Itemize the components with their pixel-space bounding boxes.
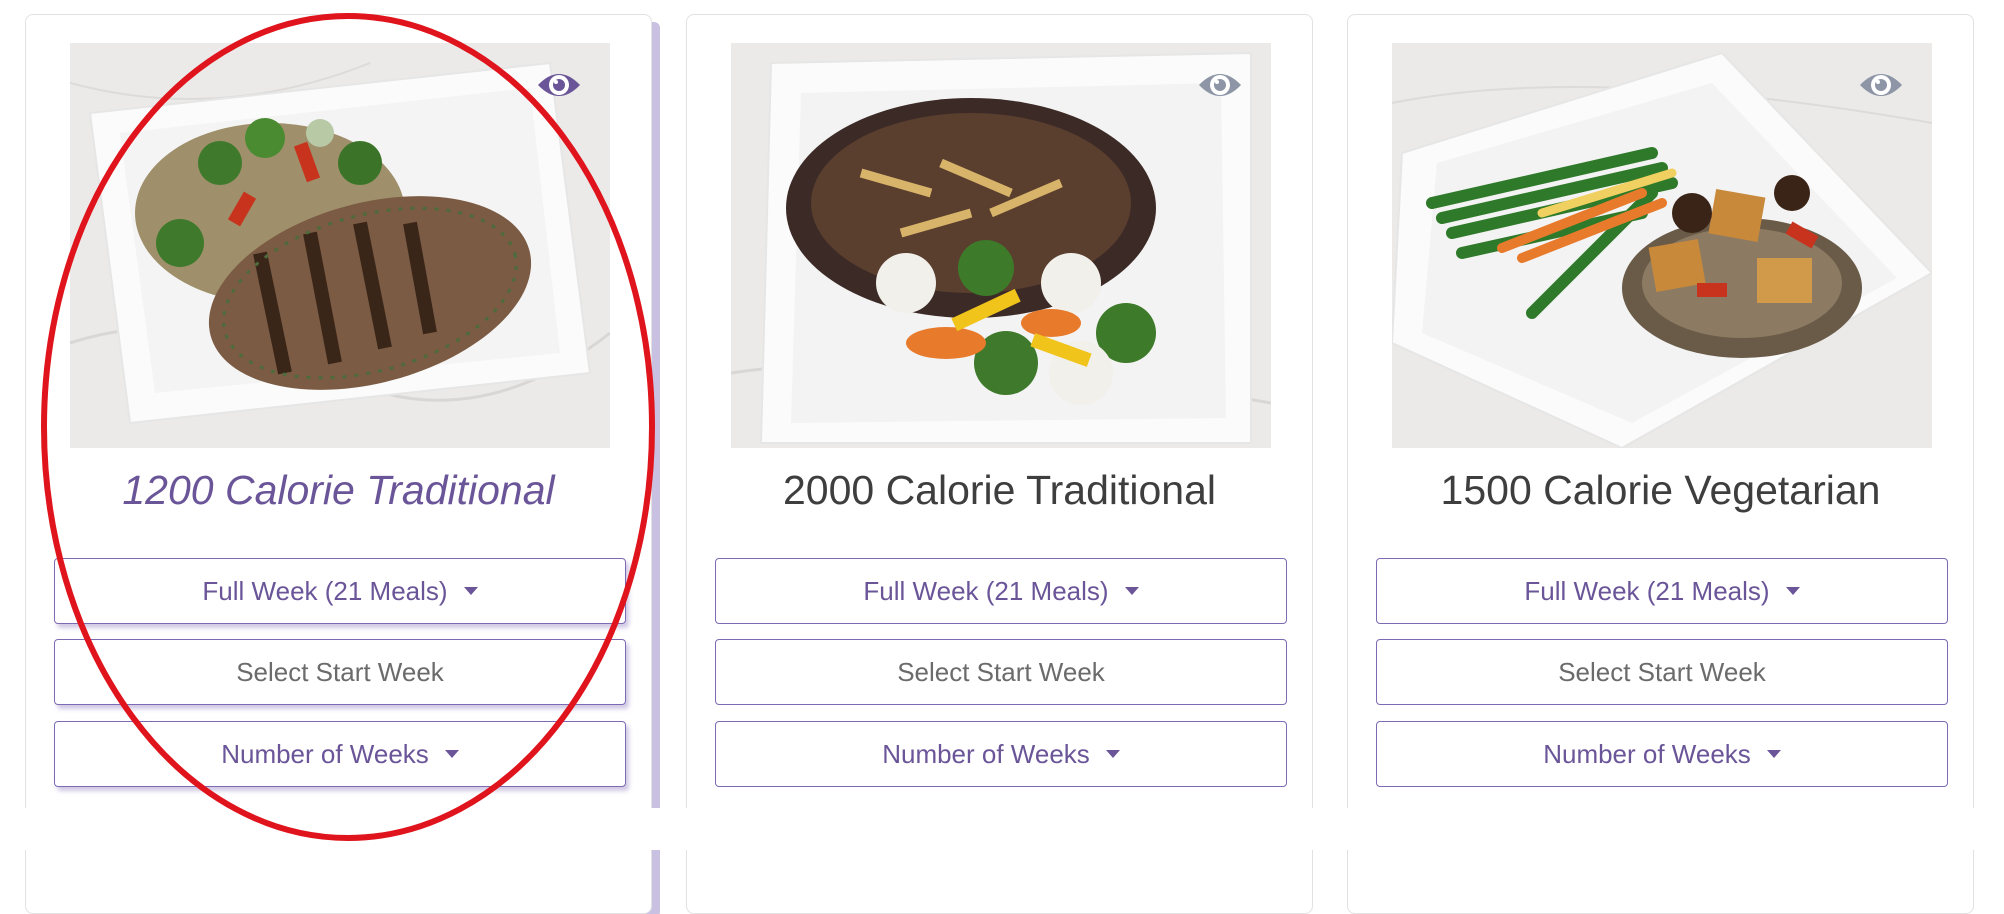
select-start-week-button[interactable]: Select Start Week (1376, 639, 1948, 705)
meals-dropdown-label: Full Week (21 Meals) (863, 575, 1109, 606)
grilled-chicken-plate-image (70, 43, 610, 448)
meals-dropdown-label: Full Week (21 Meals) (202, 575, 448, 606)
number-of-weeks-dropdown[interactable]: Number of Weeks (715, 721, 1287, 787)
number-of-weeks-label: Number of Weeks (882, 738, 1090, 769)
caret-down-icon (1105, 750, 1120, 758)
select-start-week-label: Select Start Week (236, 656, 444, 687)
page-bottom-area (0, 808, 2004, 850)
number-of-weeks-label: Number of Weeks (221, 738, 429, 769)
meal-plan-card-1200-traditional: 1200 Calorie Traditional Full Week (21 M… (25, 14, 652, 914)
meals-dropdown[interactable]: Full Week (21 Meals) (715, 558, 1287, 624)
tofu-green-bean-plate-image (1392, 43, 1932, 448)
number-of-weeks-dropdown[interactable]: Number of Weeks (1376, 721, 1948, 787)
number-of-weeks-label: Number of Weeks (1543, 738, 1751, 769)
meals-dropdown-label: Full Week (21 Meals) (1524, 575, 1770, 606)
select-start-week-button[interactable]: Select Start Week (715, 639, 1287, 705)
select-start-week-button[interactable]: Select Start Week (54, 639, 626, 705)
meal-photo[interactable] (731, 43, 1271, 448)
meal-plan-card-1500-vegetarian: 1500 Calorie Vegetarian Full Week (21 Me… (1347, 14, 1974, 914)
beef-rice-vegetable-plate-image (731, 43, 1271, 448)
plan-title: 1200 Calorie Traditional (122, 467, 555, 513)
plan-title: 1500 Calorie Vegetarian (1440, 467, 1881, 513)
caret-down-icon (444, 750, 459, 758)
meal-plan-card-2000-traditional: 2000 Calorie Traditional Full Week (21 M… (686, 14, 1313, 914)
eye-icon[interactable] (536, 67, 582, 103)
eye-icon[interactable] (1197, 67, 1243, 103)
caret-down-icon (1124, 587, 1139, 595)
meals-dropdown[interactable]: Full Week (21 Meals) (54, 558, 626, 624)
select-start-week-label: Select Start Week (1558, 656, 1766, 687)
caret-down-icon (1766, 750, 1781, 758)
select-start-week-label: Select Start Week (897, 656, 1105, 687)
meal-photo[interactable] (1392, 43, 1932, 448)
caret-down-icon (1785, 587, 1800, 595)
meal-photo[interactable] (70, 43, 610, 448)
caret-down-icon (463, 587, 478, 595)
eye-icon[interactable] (1858, 67, 1904, 103)
plan-title: 2000 Calorie Traditional (782, 467, 1217, 513)
number-of-weeks-dropdown[interactable]: Number of Weeks (54, 721, 626, 787)
meals-dropdown[interactable]: Full Week (21 Meals) (1376, 558, 1948, 624)
